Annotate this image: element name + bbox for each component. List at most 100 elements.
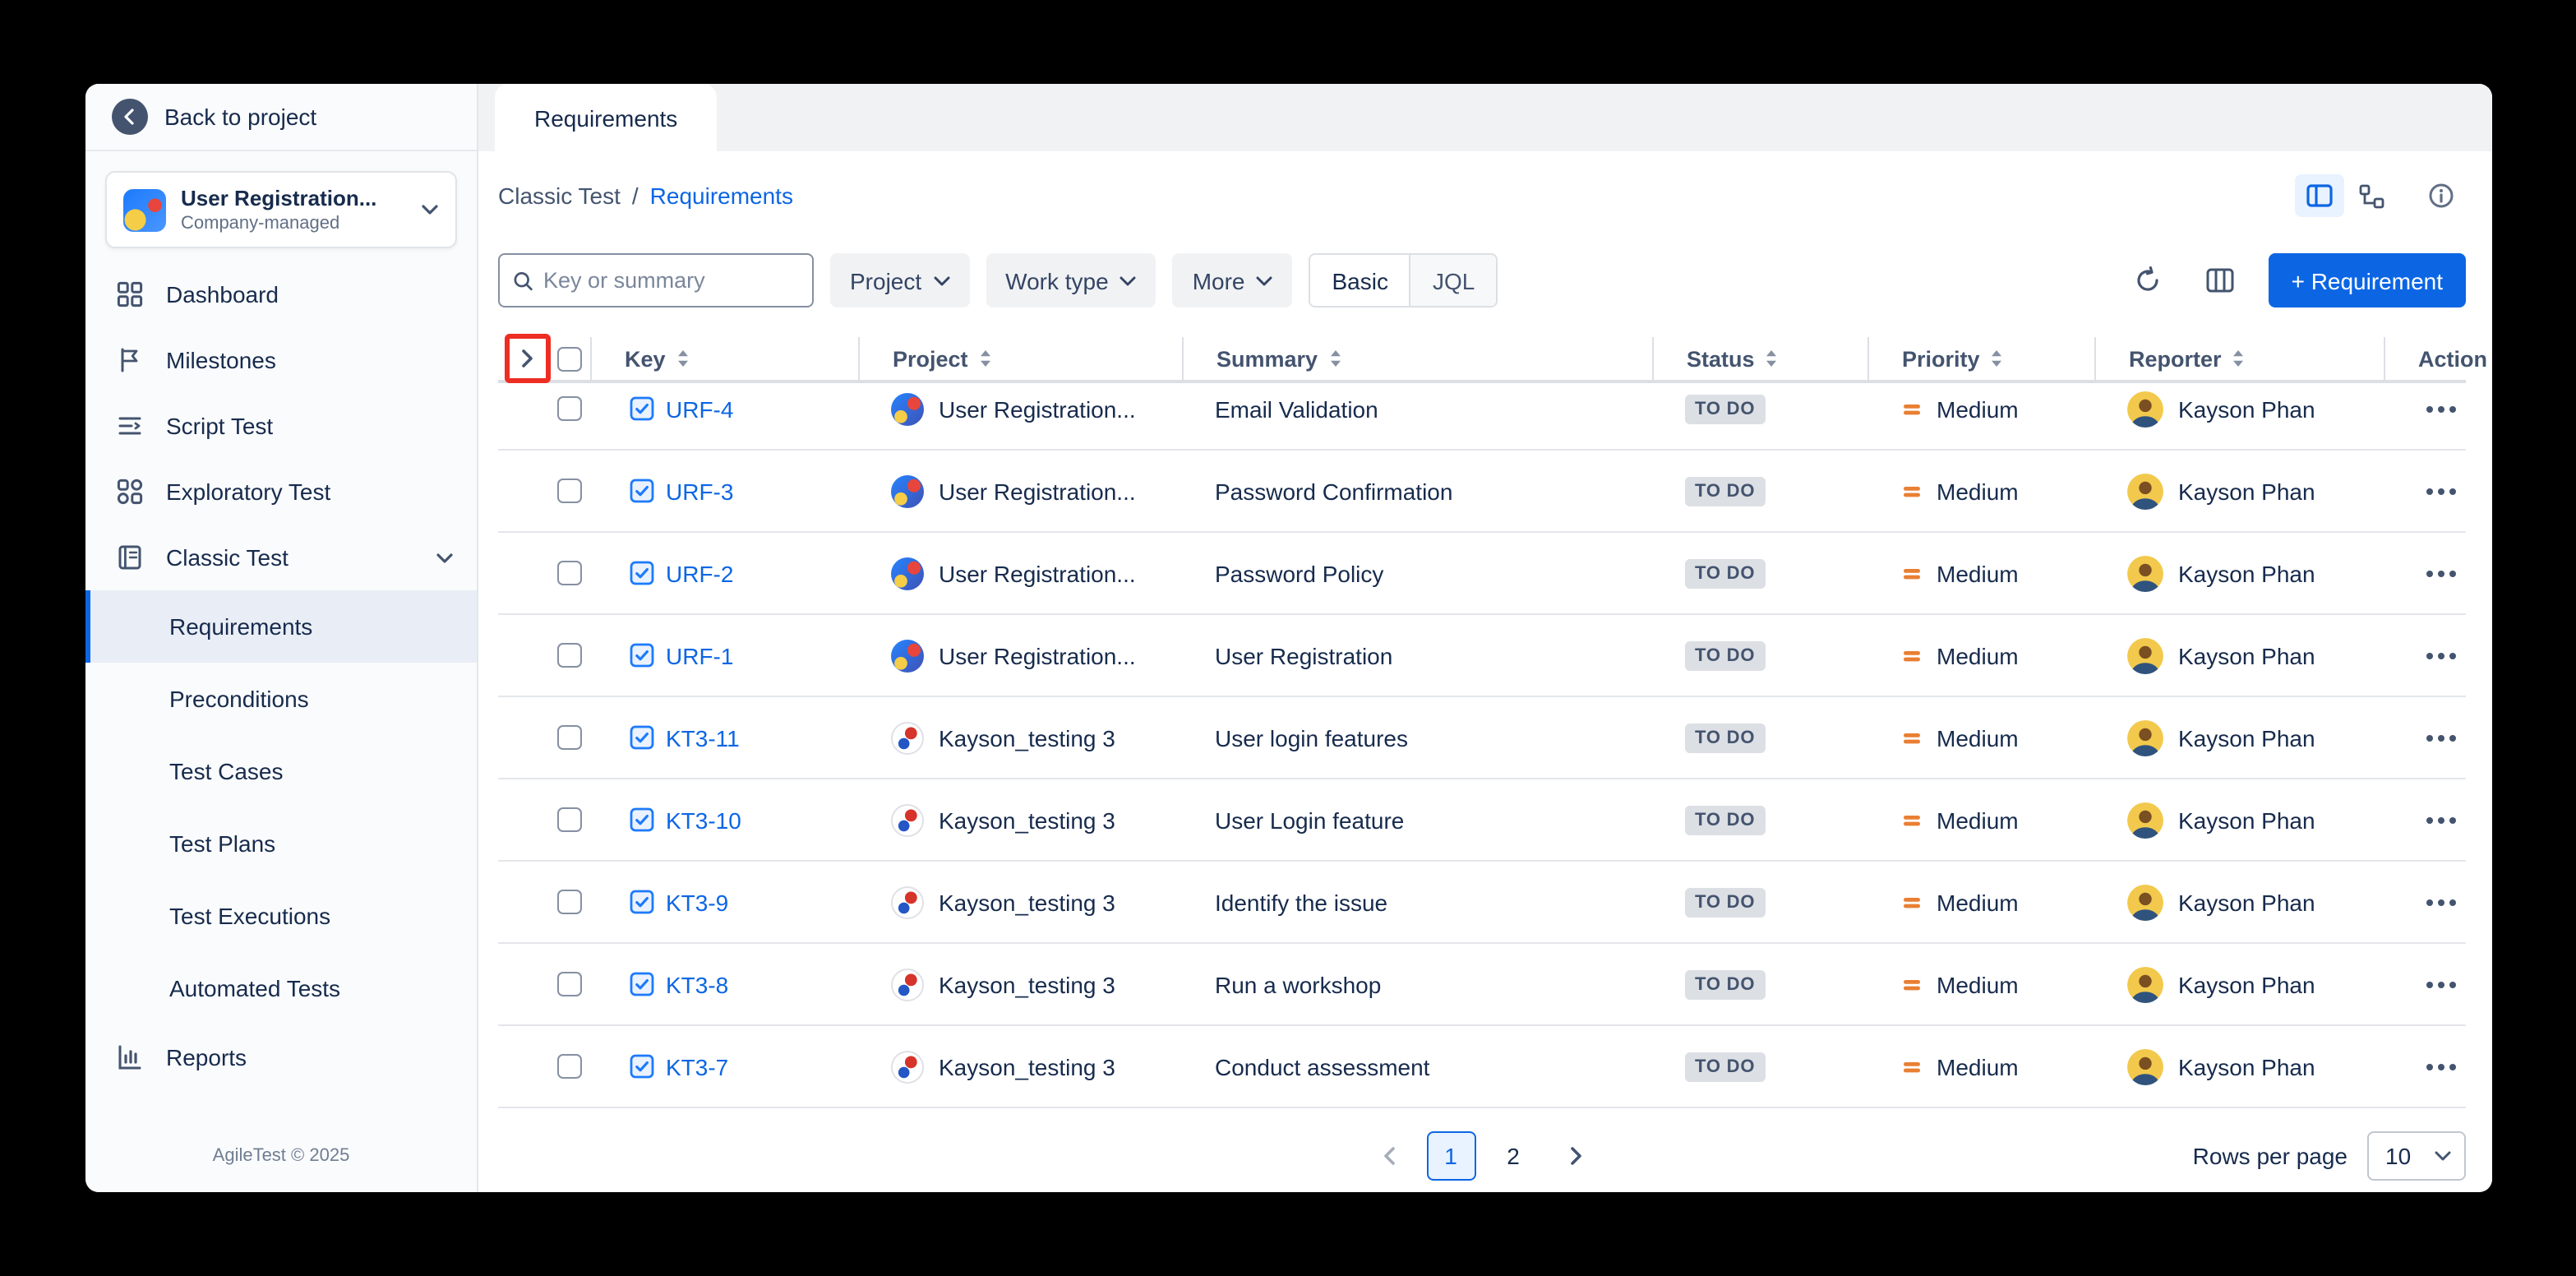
project-avatar <box>891 474 924 507</box>
tree-view-button[interactable] <box>2347 174 2397 217</box>
breadcrumb-current[interactable]: Requirements <box>650 183 793 209</box>
more-filter-dropdown[interactable]: More <box>1173 253 1293 307</box>
row-checkbox[interactable] <box>556 561 581 585</box>
tree-view-icon <box>2359 183 2385 208</box>
sidebar-subitem-test-cases[interactable]: Test Cases <box>85 735 477 807</box>
table-row: KT3-11 Kayson_testing 3 User login featu… <box>498 697 2466 779</box>
issue-key-link[interactable]: KT3-8 <box>666 971 728 997</box>
column-header-key[interactable]: Key <box>590 337 858 380</box>
sidebar-footer: AgileTest © 2025 <box>85 1146 477 1192</box>
sidebar-item-exploratory-test[interactable]: Exploratory Test <box>85 459 477 525</box>
row-actions-button[interactable] <box>2417 803 2466 836</box>
list-view-button[interactable] <box>2295 174 2344 217</box>
project-filter-dropdown[interactable]: Project <box>830 253 969 307</box>
back-to-project-button[interactable]: Back to project <box>85 84 477 151</box>
row-checkbox[interactable] <box>556 643 581 668</box>
project-avatar <box>891 392 924 425</box>
column-header-project[interactable]: Project <box>858 337 1182 380</box>
select-all-checkbox[interactable] <box>556 346 581 371</box>
row-actions-button[interactable] <box>2417 1050 2466 1083</box>
page-1-button[interactable]: 1 <box>1426 1131 1475 1181</box>
sidebar-subitem-test-plans[interactable]: Test Plans <box>85 807 477 880</box>
basic-mode-button[interactable]: Basic <box>1311 255 1410 306</box>
row-checkbox[interactable] <box>556 725 581 750</box>
issue-key-link[interactable]: KT3-7 <box>666 1053 728 1080</box>
rows-per-page-select[interactable]: 10 <box>2367 1131 2466 1181</box>
book-icon <box>115 544 145 571</box>
sidebar-item-dashboard[interactable]: Dashboard <box>85 261 477 327</box>
priority-label: Medium <box>1937 478 2019 504</box>
issue-key-link[interactable]: KT3-9 <box>666 889 728 915</box>
reporter-avatar <box>2127 637 2163 673</box>
row-checkbox[interactable] <box>556 1054 581 1079</box>
priority-label: Medium <box>1937 395 2019 422</box>
query-mode-toggle: Basic JQL <box>1309 253 1498 307</box>
search-input[interactable] <box>543 268 799 293</box>
row-actions-button[interactable] <box>2417 968 2466 1001</box>
status-badge: TO DO <box>1685 476 1765 506</box>
column-header-status[interactable]: Status <box>1652 337 1867 380</box>
row-actions-button[interactable] <box>2417 639 2466 672</box>
info-button[interactable] <box>2417 174 2466 217</box>
sidebar-item-reports[interactable]: Reports <box>85 1024 477 1090</box>
row-checkbox[interactable] <box>556 807 581 832</box>
sidebar-subitem-requirements[interactable]: Requirements <box>85 590 477 663</box>
work-type-filter-label: Work type <box>1005 267 1109 294</box>
row-checkbox[interactable] <box>556 396 581 421</box>
more-filter-label: More <box>1193 267 1245 294</box>
view-toggle <box>2295 174 2397 217</box>
columns-button[interactable] <box>2196 259 2246 302</box>
row-actions-button[interactable] <box>2417 557 2466 589</box>
row-actions-button[interactable] <box>2417 721 2466 754</box>
app-window: Back to project User Registration... Com… <box>85 84 2492 1192</box>
row-checkbox[interactable] <box>556 478 581 503</box>
sidebar-item-milestones[interactable]: Milestones <box>85 327 477 393</box>
issue-key-link[interactable]: URF-2 <box>666 560 733 586</box>
breadcrumb-parent[interactable]: Classic Test <box>498 183 621 209</box>
content: Classic Test / Requirements <box>478 151 2492 1192</box>
project-name: User Registration... <box>939 478 1136 504</box>
add-requirement-button[interactable]: + Requirement <box>2269 253 2466 307</box>
issue-key-link[interactable]: URF-3 <box>666 478 733 504</box>
row-checkbox[interactable] <box>556 890 581 914</box>
sidebar-subitem-automated-tests[interactable]: Automated Tests <box>85 952 477 1024</box>
row-checkbox[interactable] <box>556 972 581 996</box>
sidebar-subitem-test-executions[interactable]: Test Executions <box>85 880 477 952</box>
project-switcher[interactable]: User Registration... Company-managed <box>105 171 457 248</box>
next-page-button[interactable] <box>1551 1131 1600 1181</box>
ellipsis-icon <box>2426 1063 2456 1070</box>
project-avatar <box>891 803 924 836</box>
column-header-priority[interactable]: Priority <box>1867 337 2094 380</box>
reporter-avatar <box>2127 555 2163 591</box>
rows-per-page-value: 10 <box>2385 1143 2411 1169</box>
row-actions-button[interactable] <box>2417 885 2466 918</box>
refresh-button[interactable] <box>2124 259 2173 302</box>
prev-page-button[interactable] <box>1364 1131 1413 1181</box>
chevron-down-icon <box>933 275 949 285</box>
page-2-button[interactable]: 2 <box>1489 1131 1538 1181</box>
jql-mode-button[interactable]: JQL <box>1410 255 1496 306</box>
sidebar-subitem-preconditions[interactable]: Preconditions <box>85 663 477 735</box>
chevron-right-icon <box>1569 1146 1582 1166</box>
issue-key-link[interactable]: KT3-10 <box>666 807 741 833</box>
issue-key-link[interactable]: URF-1 <box>666 642 733 668</box>
issue-key-link[interactable]: KT3-11 <box>666 724 740 751</box>
reporter-name: Kayson Phan <box>2178 807 2315 833</box>
breadcrumb-separator: / <box>632 183 639 209</box>
sidebar-item-script-test[interactable]: Script Test <box>85 393 477 459</box>
column-header-summary[interactable]: Summary <box>1182 337 1652 380</box>
column-header-reporter[interactable]: Reporter <box>2094 337 2384 380</box>
refresh-icon <box>2135 266 2163 294</box>
status-badge: TO DO <box>1685 558 1765 588</box>
expand-all-button[interactable] <box>511 342 544 375</box>
row-actions-button[interactable] <box>2417 392 2466 425</box>
tab-requirements[interactable]: Requirements <box>495 84 717 151</box>
table-row: URF-1 User Registration... User Registra… <box>498 615 2466 697</box>
reporter-name: Kayson Phan <box>2178 395 2315 422</box>
row-actions-button[interactable] <box>2417 474 2466 507</box>
issue-key-link[interactable]: URF-4 <box>666 395 733 422</box>
exploratory-grid-icon <box>115 478 145 505</box>
project-avatar <box>891 968 924 1001</box>
work-type-filter-dropdown[interactable]: Work type <box>986 253 1156 307</box>
sidebar-item-classic-test[interactable]: Classic Test <box>85 525 477 590</box>
